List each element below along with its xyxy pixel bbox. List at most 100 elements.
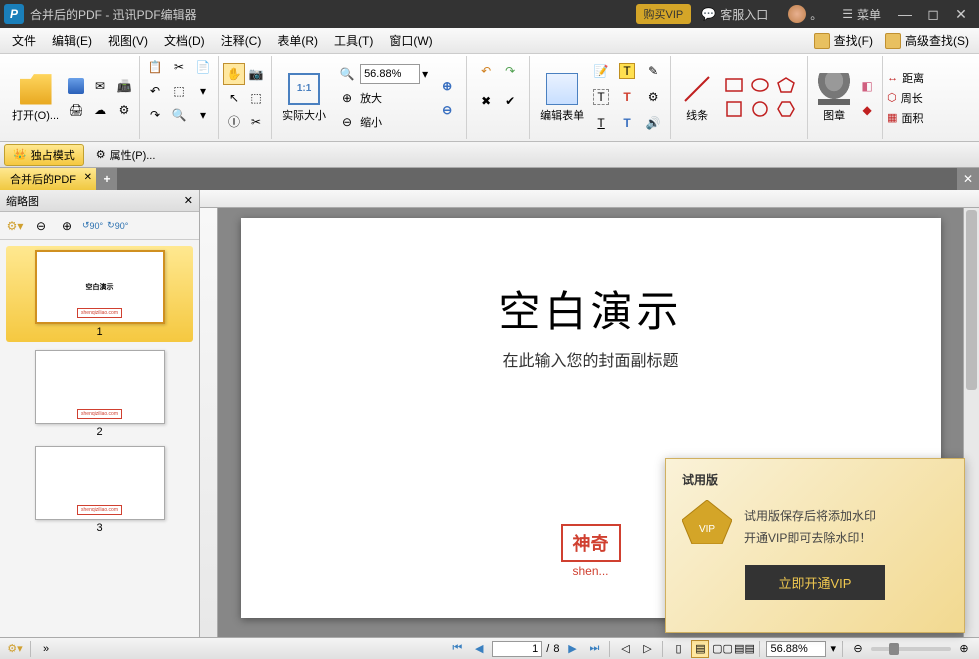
nav-fwd-button[interactable]: ▷ (638, 640, 656, 658)
menu-comment[interactable]: 注释(C) (213, 29, 270, 52)
thumbnail-list[interactable]: 空白演示 shenqiziliao.com 1 shenqiziliao.com… (0, 240, 199, 637)
close-all-tabs-button[interactable]: ✕ (957, 168, 979, 190)
more-clipboard-button[interactable]: ▾ (192, 80, 214, 102)
cancel-button[interactable]: ✖ (475, 90, 497, 112)
menu-edit[interactable]: 编辑(E) (44, 29, 100, 52)
print-button[interactable]: 🖨 (65, 99, 87, 121)
actual-size-button[interactable]: 1:1 实际大小 (276, 56, 332, 139)
selection-tool-button[interactable]: ↖ (223, 87, 245, 109)
minimize-button[interactable]: — (891, 6, 919, 22)
undo-button[interactable]: ↶ (144, 80, 166, 102)
cut-button[interactable]: ✂ (168, 56, 190, 78)
zoom-in-status-button[interactable]: ⊕ (955, 640, 973, 658)
bold-zoom-in-button[interactable]: ⊕ (436, 75, 458, 97)
square-shape[interactable] (723, 99, 745, 119)
color-button[interactable]: ◆ (856, 99, 878, 121)
thumbnail-page-2[interactable]: shenqiziliao.com 2 (6, 350, 193, 438)
email-button[interactable]: ✉ (89, 75, 111, 97)
gear-tool[interactable]: ⚙ (642, 86, 664, 108)
select-button[interactable]: ⬚ (168, 80, 190, 102)
thumbnail-page-1[interactable]: 空白演示 shenqiziliao.com 1 (6, 246, 193, 342)
zoom-slider-knob[interactable] (889, 643, 899, 655)
circle-shape[interactable] (749, 99, 771, 119)
maximize-button[interactable]: ◻ (919, 6, 947, 23)
continuous-button[interactable]: ▤ (691, 640, 709, 658)
exclusive-mode-button[interactable]: 👑 独占模式 (4, 144, 84, 166)
polygon-shape[interactable] (775, 75, 797, 95)
advanced-find-button[interactable]: 高级查找(S) (879, 30, 975, 51)
hand-tool-button[interactable]: ✋ (223, 63, 245, 85)
vertical-scrollbar[interactable] (963, 208, 979, 637)
menu-file[interactable]: 文件 (4, 29, 44, 52)
menu-view[interactable]: 视图(V) (100, 29, 156, 52)
document-tab[interactable]: 合并后的PDF ✕ (0, 168, 97, 190)
next-page-button[interactable]: ▶ (563, 640, 581, 658)
redtext-tool[interactable]: T (616, 86, 638, 108)
zoom-dropdown-button[interactable]: 🔍 (336, 63, 358, 85)
copy-button[interactable]: 📋 (144, 56, 166, 78)
highlight-tool[interactable]: T (616, 60, 638, 82)
zoom-slider[interactable] (871, 647, 951, 651)
new-tab-button[interactable]: + (97, 168, 117, 190)
scan-button[interactable]: 📠 (113, 75, 135, 97)
last-page-button[interactable]: ⏭ (585, 640, 603, 658)
menu-window[interactable]: 窗口(W) (381, 29, 440, 52)
facing-button[interactable]: ▢▢ (713, 640, 731, 658)
zoom-out-status-button[interactable]: ⊖ (849, 640, 867, 658)
rotate-ccw-button[interactable]: ↺90° (82, 215, 103, 237)
find-button[interactable]: 查找(F) (808, 30, 879, 51)
page-number-input[interactable] (492, 641, 542, 657)
thumbnail-close-icon[interactable]: ✕ (184, 194, 193, 207)
find-tool-button[interactable]: 🔍 (168, 104, 190, 126)
stamp-button[interactable]: 图章 (812, 56, 856, 139)
buy-vip-button[interactable]: 购买VIP (636, 4, 692, 24)
save-button[interactable] (65, 75, 87, 97)
thumb-zoomin-button[interactable]: ⊕ (56, 215, 78, 237)
textbox-tool[interactable]: T (590, 86, 612, 108)
eraser-button[interactable]: ◧ (856, 75, 878, 97)
lines-button[interactable]: 线条 (675, 56, 719, 139)
thumb-zoomout-button[interactable]: ⊖ (30, 215, 52, 237)
properties-button[interactable]: ⚙ 属性(P)... (88, 145, 164, 165)
menu-document[interactable]: 文档(D) (156, 29, 213, 52)
tab-close-icon[interactable]: ✕ (84, 172, 92, 183)
prev-page-button[interactable]: ◀ (470, 640, 488, 658)
rect-shape[interactable] (723, 75, 745, 95)
scrollbar-thumb[interactable] (966, 210, 977, 390)
menu-tools[interactable]: 工具(T) (326, 29, 381, 52)
crop-button[interactable]: ✂ (245, 111, 267, 133)
selectall-button[interactable]: ⬚ (245, 87, 267, 109)
open-button[interactable]: 打开(O)... (6, 56, 65, 139)
expand-button[interactable]: » (37, 640, 55, 658)
continuous-facing-button[interactable]: ▤▤ (735, 640, 753, 658)
pen-tool[interactable]: ✎ (642, 60, 664, 82)
menu-button[interactable]: ☰ 菜单 (832, 6, 891, 23)
upgrade-vip-button[interactable]: 立即开通VIP (745, 565, 885, 600)
accept-button[interactable]: ✔ (499, 90, 521, 112)
perimeter-button[interactable]: ⬡周长 (887, 90, 924, 106)
thumb-options-button[interactable]: ⚙▾ (4, 215, 26, 237)
zoom-out-button[interactable]: ⊖ (336, 111, 358, 133)
paste-button[interactable]: 📄 (192, 56, 214, 78)
rotate-cw-button[interactable]: ↻90° (107, 215, 128, 237)
bold-zoom-out-button[interactable]: ⊖ (436, 99, 458, 121)
redo2-button[interactable]: ↷ (499, 60, 521, 82)
chevron-down-icon[interactable]: ▾ (422, 67, 428, 81)
user-account-button[interactable]: 。 (778, 5, 832, 23)
ellipse-shape[interactable] (749, 75, 771, 95)
support-button[interactable]: 💬 客服入口 (691, 6, 778, 23)
edit-form-button[interactable]: 编辑表单 (534, 56, 590, 139)
textfield-tool[interactable]: 📝 (590, 60, 612, 82)
nav-back-button[interactable]: ◁ (616, 640, 634, 658)
thumbnail-page-3[interactable]: shenqiziliao.com 3 (6, 446, 193, 534)
zoom-input-status[interactable] (766, 641, 826, 657)
snapshot-button[interactable]: 📷 (245, 63, 267, 85)
zoom-in-button[interactable]: ⊕ (336, 87, 358, 109)
single-page-button[interactable]: ▯ (669, 640, 687, 658)
gear-button[interactable]: ⚙ (113, 99, 135, 121)
area-button[interactable]: ▦面积 (887, 110, 924, 126)
redo-button[interactable]: ↷ (144, 104, 166, 126)
hexagon-shape[interactable] (775, 99, 797, 119)
status-options-button[interactable]: ⚙▾ (6, 640, 24, 658)
first-page-button[interactable]: ⏮ (448, 640, 466, 658)
